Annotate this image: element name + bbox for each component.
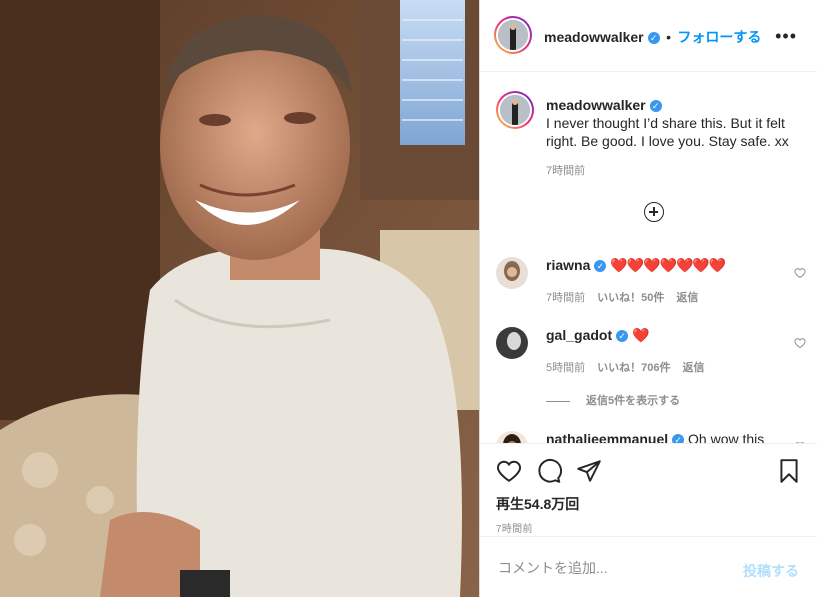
save-bookmark-icon[interactable] [776,458,802,484]
comment-username[interactable]: gal_gadot [546,327,612,343]
verified-badge-icon: ✓ [672,434,685,443]
verified-badge-icon: ✓ [594,260,607,273]
like-comment-heart-icon[interactable] [794,267,806,279]
comment-text: Oh wow this [688,431,765,443]
ellipsis-icon[interactable]: ••• [775,26,797,47]
action-bar: 再生54.8万回 7時間前 [480,443,817,537]
post-video[interactable] [0,0,479,597]
comment-username[interactable]: riawna [546,257,590,273]
comment-likes[interactable]: いいね！50件 [597,292,664,304]
view-replies-button[interactable]: 返信5件を表示する [546,392,680,408]
follow-button[interactable]: フォローする [677,29,761,45]
caption-time: 7時間前 [546,165,586,177]
comments-scroll[interactable]: meadowwalker ✓ I never thought I’d share … [480,71,817,443]
avatar[interactable] [494,16,532,54]
avatar-image [500,95,530,125]
comment-text: ❤️ [632,327,649,343]
avatar-image [498,20,528,50]
view-replies-label: 返信5件を表示する [586,395,681,407]
like-comment-heart-icon[interactable] [794,337,806,349]
separator: • [666,29,671,45]
post-comment-button[interactable]: 投稿する [743,561,799,581]
share-paper-plane-icon[interactable] [576,458,602,484]
caption-username[interactable]: meadowwalker [546,97,646,113]
verified-badge-icon: ✓ [649,100,662,113]
comment-meta: 7時間前 いいね！50件 返信 [546,289,710,305]
comment-likes[interactable]: いいね！706件 [597,362,670,374]
divider [546,400,570,402]
comment-avatar[interactable] [496,257,528,289]
verified-badge-icon: ✓ [647,31,660,44]
post-sidebar: meadowwalker ✓ • フォローする ••• meadowwalker ✓… [479,0,817,597]
caption-avatar[interactable] [496,91,534,129]
comment-avatar[interactable] [496,431,528,443]
post-header: meadowwalker ✓ • フォローする ••• [480,0,817,72]
verified-badge-icon: ✓ [616,330,629,343]
reply-button[interactable]: 返信 [676,292,698,304]
reply-button[interactable]: 返信 [682,362,704,374]
comment-meta: 5時間前 いいね！706件 返信 [546,359,716,375]
comment-username[interactable]: nathalieemmanuel [546,431,668,443]
comment-time: 7時間前 [546,292,586,304]
comment-time: 5時間前 [546,362,586,374]
post-time: 7時間前 [496,524,533,535]
comment-bubble-icon[interactable] [536,458,562,484]
like-heart-icon[interactable] [496,458,522,484]
username[interactable]: meadowwalker [544,29,644,45]
comment-avatar[interactable] [496,327,528,359]
view-count[interactable]: 再生54.8万回 [496,494,579,514]
load-more-comments-icon[interactable] [644,202,664,222]
comment-input[interactable] [496,557,720,579]
caption-text: I never thought I’d share this. But it f… [546,115,789,149]
comment-text: ❤️❤️❤️❤️❤️❤️❤️ [610,257,726,273]
add-comment-bar: 投稿する [480,536,817,598]
